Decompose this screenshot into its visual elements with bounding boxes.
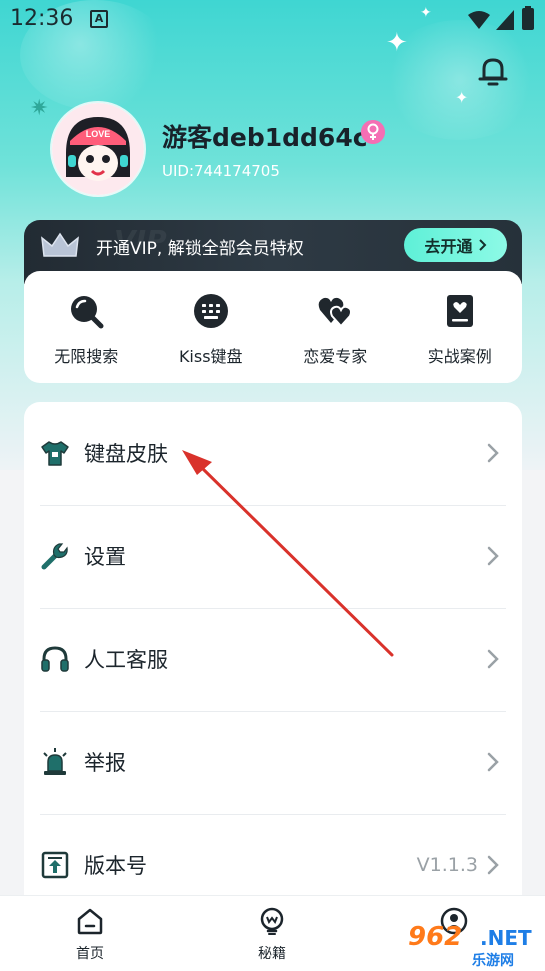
keyboard-icon	[193, 294, 228, 328]
feature-label: 实战案例	[427, 347, 492, 366]
vip-banner-text: 开通VIP, 解锁全部会员特权	[96, 239, 304, 259]
crown-icon	[41, 232, 79, 257]
sparkle-icon: ✷	[30, 96, 49, 121]
feature-case-studies[interactable]: 实战案例	[398, 271, 523, 383]
site-watermark: 962 .NET 乐游网	[402, 920, 540, 969]
home-icon	[77, 908, 103, 935]
status-bar: 12:36 A	[0, 0, 545, 40]
vip-activate-label: 去开通	[424, 237, 473, 256]
battery-icon	[522, 6, 534, 30]
menu-item-label: 人工客服	[84, 648, 168, 672]
watermark-net: .NET	[480, 926, 532, 950]
feature-love-expert[interactable]: 恋爱专家	[273, 271, 398, 383]
bell-icon[interactable]	[476, 54, 510, 88]
tshirt-icon	[41, 441, 69, 466]
search-icon	[71, 296, 104, 329]
tab-tips[interactable]: 秘籍	[202, 896, 342, 971]
feature-label: 恋爱专家	[303, 347, 368, 366]
menu-item-report[interactable]: 举报	[24, 711, 522, 814]
tab-label: 首页	[76, 946, 104, 962]
feature-grid: 无限搜索 Kiss键盘 恋爱专家 实战案例	[24, 271, 522, 383]
tab-home[interactable]: 首页	[20, 896, 160, 971]
chevron-right-icon	[487, 752, 499, 772]
status-time: 12:36	[10, 6, 74, 31]
feature-kiss-keyboard[interactable]: Kiss键盘	[149, 271, 274, 383]
menu-item-customer-service[interactable]: 人工客服	[24, 608, 522, 711]
menu-item-label: 举报	[84, 751, 126, 775]
avatar-badge-text: LOVE	[86, 129, 111, 139]
user-id: UID:744174705	[162, 162, 280, 180]
tips-icon	[260, 907, 284, 935]
username: 游客deb1dd64c	[162, 123, 368, 152]
menu-item-label: 版本号	[84, 854, 147, 878]
chevron-right-icon	[478, 239, 486, 251]
siren-icon	[43, 748, 67, 775]
wrench-icon	[41, 543, 68, 570]
signal-icon	[496, 10, 514, 30]
casebook-icon	[446, 295, 473, 327]
feature-label: Kiss键盘	[178, 347, 243, 366]
menu-item-label: 键盘皮肤	[84, 442, 168, 466]
version-icon	[41, 851, 69, 879]
wifi-icon	[468, 11, 490, 29]
feature-unlimited-search[interactable]: 无限搜索	[24, 271, 149, 383]
vip-activate-button[interactable]: 去开通	[404, 228, 507, 262]
hearts-icon	[318, 297, 353, 328]
chevron-right-icon	[487, 546, 499, 566]
settings-menu: 键盘皮肤 设置 人工客服 举报 版本号 V1.1.3	[24, 402, 522, 922]
menu-item-keyboard-skin[interactable]: 键盘皮肤	[24, 402, 522, 505]
menu-item-label: 设置	[84, 545, 126, 569]
chevron-right-icon	[487, 855, 499, 875]
notification-app-icon: A	[90, 10, 108, 28]
avatar-image: LOVE	[52, 103, 144, 195]
avatar[interactable]: LOVE	[52, 103, 144, 195]
menu-item-settings[interactable]: 设置	[24, 505, 522, 608]
tab-label: 秘籍	[258, 946, 286, 962]
watermark-cn: 乐游网	[472, 953, 514, 969]
headset-icon	[41, 646, 69, 672]
feature-label: 无限搜索	[54, 347, 119, 366]
version-value: V1.1.3	[416, 854, 478, 876]
sparkle-icon: ✦	[455, 88, 469, 107]
chevron-right-icon	[487, 443, 499, 463]
watermark-number: 962	[408, 922, 463, 952]
female-gender-icon	[361, 120, 385, 144]
chevron-right-icon	[487, 649, 499, 669]
